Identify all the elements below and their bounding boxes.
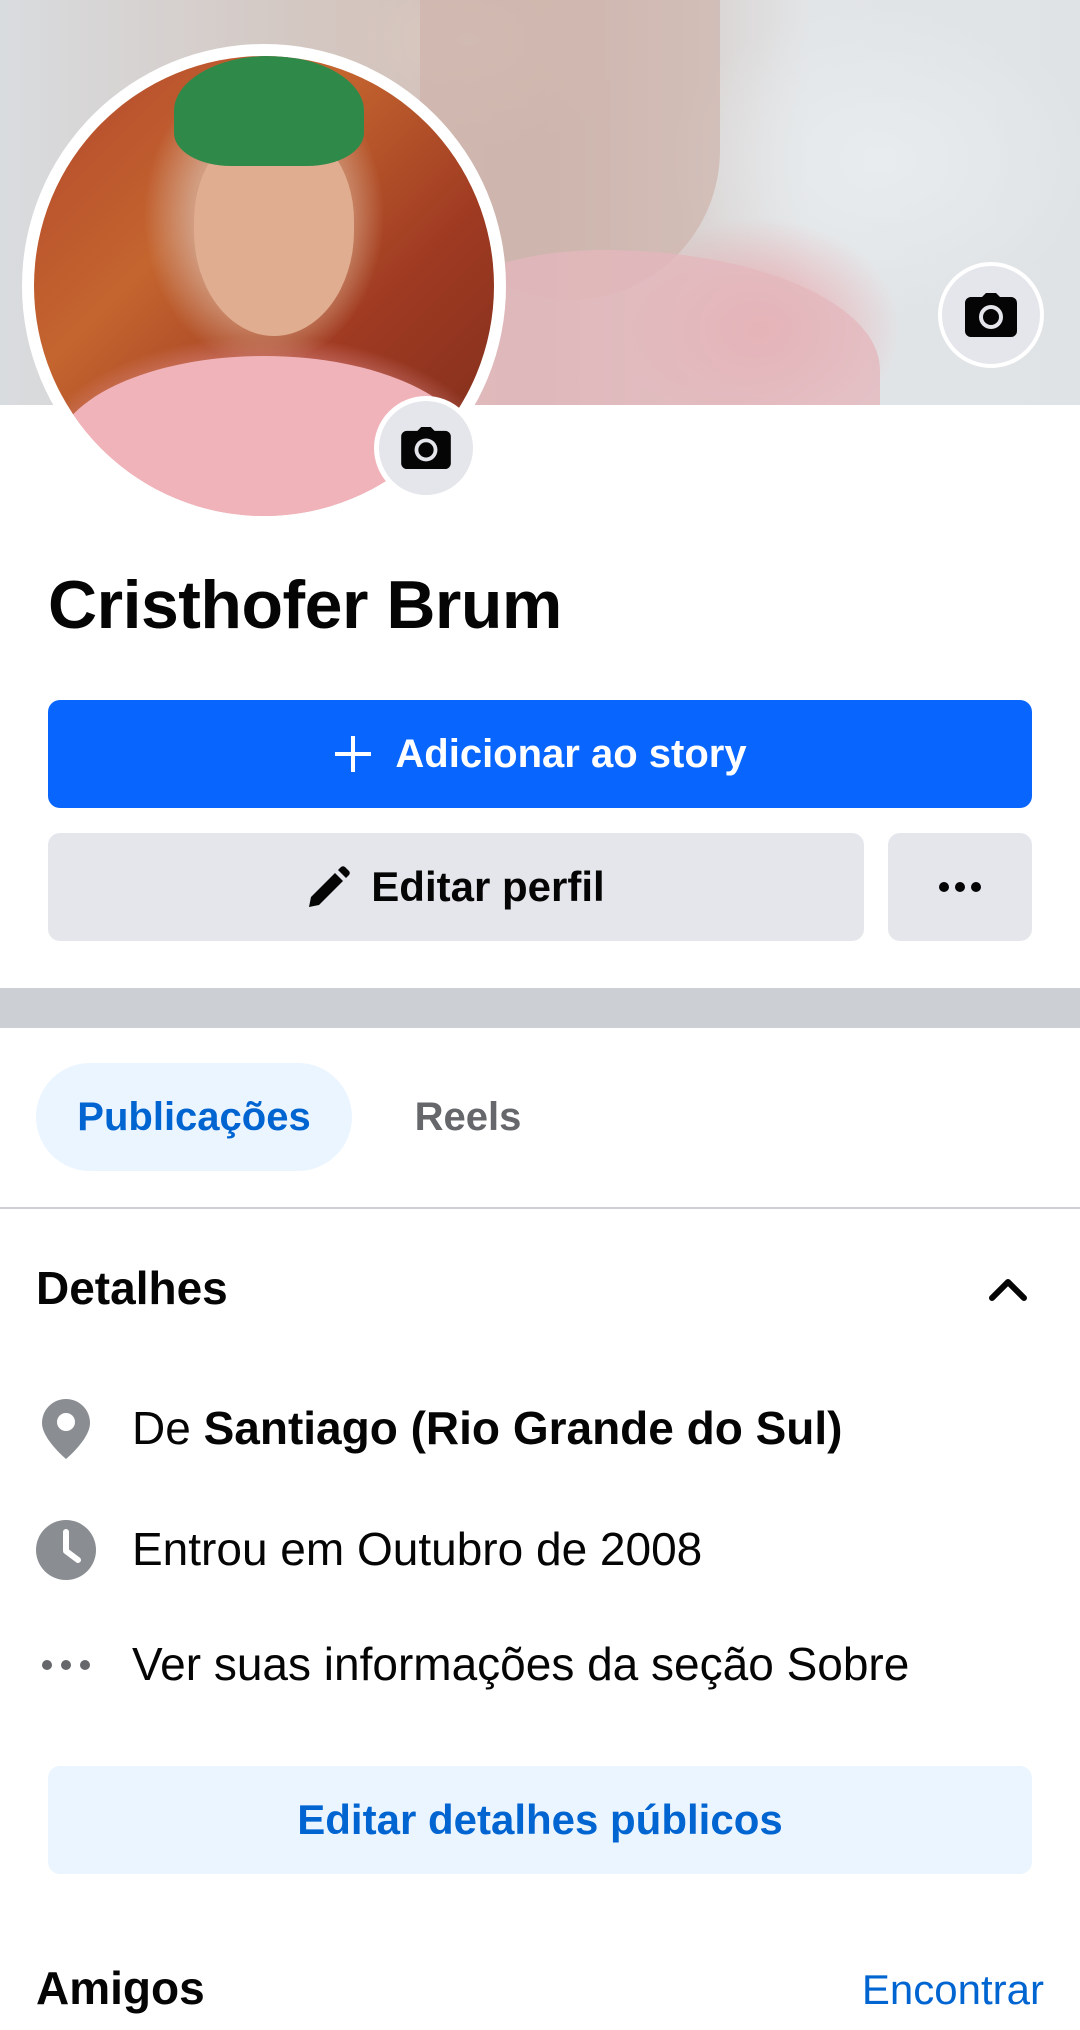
- camera-icon: [965, 293, 1017, 337]
- add-story-label: Adicionar ao story: [395, 731, 747, 776]
- edit-public-details-button[interactable]: Editar detalhes públicos: [48, 1766, 1032, 1874]
- edit-profile-button[interactable]: Editar perfil: [48, 833, 864, 941]
- location-pin-icon: [34, 1397, 98, 1461]
- detail-hometown-prefix: De: [132, 1402, 204, 1454]
- friends-heading: Amigos: [36, 1962, 205, 2014]
- detail-hometown-value[interactable]: Santiago (Rio Grande do Sul): [204, 1402, 843, 1454]
- plus-icon: [335, 736, 372, 772]
- ellipsis-icon: [34, 1633, 98, 1697]
- section-divider: [0, 988, 1080, 1028]
- detail-see-about[interactable]: Ver suas informações da seção Sobre: [0, 1628, 1080, 1698]
- avatar-cap: [174, 56, 364, 166]
- tabs-divider: [0, 1207, 1080, 1209]
- detail-joined-text: Entrou em Outubro de 2008: [132, 1523, 703, 1575]
- more-options-button[interactable]: [888, 833, 1032, 941]
- chevron-up-icon[interactable]: [986, 1268, 1030, 1312]
- tab-reels[interactable]: Reels: [370, 1063, 566, 1171]
- camera-icon: [401, 427, 451, 469]
- detail-hometown: De Santiago (Rio Grande do Sul): [0, 1392, 1080, 1462]
- profile-name: Cristhofer Brum: [48, 567, 562, 643]
- clock-icon: [34, 1518, 98, 1582]
- add-story-button[interactable]: Adicionar ao story: [48, 700, 1032, 808]
- detail-joined: Entrou em Outubro de 2008: [0, 1513, 1080, 1583]
- detail-see-about-text[interactable]: Ver suas informações da seção Sobre: [132, 1634, 909, 1694]
- edit-avatar-button[interactable]: [374, 396, 478, 500]
- pencil-icon: [309, 866, 351, 907]
- tab-publicacoes[interactable]: Publicações: [36, 1063, 352, 1171]
- details-heading: Detalhes: [36, 1262, 228, 1314]
- ellipsis-icon: [939, 882, 981, 892]
- edit-profile-label: Editar perfil: [371, 863, 605, 910]
- find-friends-link[interactable]: Encontrar: [862, 1960, 1044, 2020]
- edit-cover-photo-button[interactable]: [938, 262, 1044, 368]
